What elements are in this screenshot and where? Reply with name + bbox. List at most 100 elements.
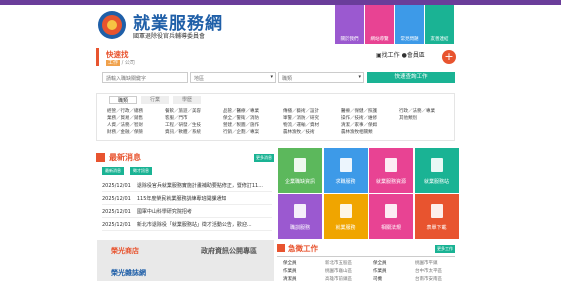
category-link[interactable]: 農林漁牧相關類 [341,129,377,136]
news-item[interactable]: 2025/12/01 115年度榮民就業服務訓練專班開課通知 [102,193,272,205]
category-column: 傳播／藝術／設計 軍警／消防／研究 物流／運輸／資材 農林漁牧／技術 [283,108,319,136]
job-title[interactable]: 保全員 [283,260,297,266]
service-tile[interactable]: 求職服務 [323,148,368,193]
category-link[interactable]: 業務／貿易／銷售 [107,115,143,122]
service-tile[interactable]: 就業服務資源 [369,148,413,193]
category-link[interactable]: 農林漁牧／技術 [283,129,319,136]
service-tile[interactable]: 相關法規 [369,194,413,239]
service-tile[interactable]: 職訓服務 [278,194,322,239]
news-more-button[interactable]: 更多消息 [254,154,274,162]
magazine-banner[interactable]: 榮光雜誌網 [111,268,146,278]
category-link[interactable]: 工程／研發／生技 [165,122,201,129]
category-link[interactable]: 經營／行政／總務 [107,108,143,115]
service-tile-label: 職訓服務 [289,225,310,231]
nav-tab-2[interactable]: 常見問題 [395,5,424,44]
job-title[interactable]: 作業員 [283,268,297,274]
service-tile[interactable]: 就業服務站 [414,148,459,193]
document-icon [385,204,397,218]
region-select[interactable]: 地區 ▾ [190,72,276,83]
job-location: 台中市太平區 [415,269,442,274]
service-tile-label: 相關法規 [380,225,401,231]
document-icon [294,158,306,172]
document-icon [430,158,443,172]
jobs-more-button[interactable]: 更多工作 [435,245,455,253]
news-item[interactable]: 2025/12/01 國軍中山科學研究院招考 [102,206,272,218]
quick-search-button[interactable]: 快速查詢工作 [367,72,455,83]
category-link[interactable]: 客服／門市 [165,115,201,122]
job-location: 新北市五股區 [325,261,352,266]
member-link[interactable]: 會員區 [407,52,425,59]
news-item[interactable]: 2025/12/01 新北市退除役「就業服務站」徵才活動公告，歡迎... [102,219,272,231]
section-accent [96,153,105,162]
section-accent [277,244,285,252]
category-link[interactable]: 物流／運輸／資材 [283,122,319,129]
news-date: 2025/12/01 [102,209,131,215]
category-link[interactable]: 品管／醫療／專業 [223,108,259,115]
news-text[interactable]: 新北市退除役「就業服務站」徵才活動公告，歡迎... [137,222,252,228]
nav-tab-1[interactable]: 網站導覽 [365,5,394,44]
store-banner[interactable]: 榮光商店 [111,246,139,256]
category-select[interactable]: 職類 ▾ [278,72,364,83]
news-text[interactable]: 115年度榮民就業服務訓練專班開課通知 [137,196,227,202]
service-tile-label: 企業職缺資訊 [284,179,315,185]
document-icon [339,158,352,172]
category-link[interactable]: 清潔／家事／保姆 [341,122,377,129]
news-text[interactable]: 國軍中山科學研究院招考 [137,209,192,215]
news-tab-latest[interactable]: 最新消息 [102,167,124,175]
news-tab-recruit[interactable]: 徵才訊息 [130,167,152,175]
category-column: 品管／醫療／專業 保全／警衛／消防 營建／製圖／施作 行銷／企劃／專案 [223,108,259,136]
category-tab-1[interactable]: 行業 [141,96,169,104]
category-link[interactable]: 保全／警衛／消防 [223,115,259,122]
keyword-input[interactable]: 請輸入職缺關鍵字 [102,72,188,83]
category-column: 醫療／保健／照護 操作／技術／維修 清潔／家事／保姆 農林漁牧相關類 [341,108,377,136]
category-link[interactable]: 操作／技術／維修 [341,115,377,122]
category-tab-0[interactable]: 職類 [109,96,137,104]
urgent-jobs-title: 急徵工作 [288,244,318,253]
gov-info-banner[interactable]: 政府資訊公開專區 [201,246,257,256]
ad-banners: 榮光商店 政府資訊公開專區 榮光雜誌網 [97,240,274,281]
search-type-toggle: 工作 / 公司 [106,59,135,66]
divider [277,256,455,257]
category-link[interactable]: 餐飲／旅遊／美容 [165,108,201,115]
service-tile-label: 就業服務資源 [375,179,406,185]
category-link[interactable]: 財務／金融／保險 [107,129,143,136]
category-column: 行政／法務／專業 其他類別 [399,108,435,122]
job-location: 台南市安南區 [415,277,442,282]
job-title[interactable]: 保全員 [373,260,387,266]
news-text[interactable]: 退除役官兵就業服務實施計畫補助要點修正，暨修訂11... [137,183,263,189]
search-type-job[interactable]: 工作 [106,60,121,66]
news-item[interactable]: 2025/12/01 退除役官兵就業服務實施計畫補助要點修正，暨修訂11... [102,180,272,192]
service-tile[interactable]: 表單下載 [414,194,459,239]
category-link[interactable]: 傳播／藝術／設計 [283,108,319,115]
service-tile[interactable]: 企業職缺資訊 [278,148,322,193]
category-link[interactable]: 人資／法務／智財 [107,122,143,129]
search-type-company[interactable]: / 公司 [122,60,135,66]
chevron-down-icon: ▾ [358,74,361,80]
job-title[interactable]: 清潔員 [283,276,297,282]
category-link[interactable]: 資訊／軟體／系統 [165,129,201,136]
service-tile-label: 就業服務站 [423,179,449,185]
nav-tab-0[interactable]: 關於我們 [335,5,364,44]
news-date: 2025/12/01 [102,196,131,202]
job-location: 高雄市前鎮區 [325,277,352,282]
service-tile-label: 表單下載 [426,225,447,231]
document-icon [385,158,397,172]
section-accent [96,48,99,66]
job-title[interactable]: 作業員 [373,268,387,274]
service-tile[interactable]: 就業服務 [323,194,368,239]
category-link[interactable]: 其他類別 [399,115,435,122]
category-tab-2[interactable]: 學歷 [173,96,201,104]
job-location: 桃園市龜山區 [325,269,352,274]
job-title[interactable]: 司機 [373,276,382,282]
add-button[interactable]: + [442,50,456,64]
service-tile-label: 求職服務 [335,179,356,185]
category-link[interactable]: 行政／法務／專業 [399,108,435,115]
category-link[interactable]: 軍警／消防／研究 [283,115,319,122]
nav-tab-3[interactable]: 友善連結 [425,5,454,44]
category-link[interactable]: 營建／製圖／施作 [223,122,259,129]
category-column: 經營／行政／總務 業務／貿易／銷售 人資／法務／智財 財務／金融／保險 [107,108,143,136]
news-title: 最新消息 [109,153,141,162]
category-link[interactable]: 醫療／保健／照護 [341,108,377,115]
category-link[interactable]: 行銷／企劃／專案 [223,129,259,136]
find-job-link[interactable]: 找工作 [382,52,400,59]
